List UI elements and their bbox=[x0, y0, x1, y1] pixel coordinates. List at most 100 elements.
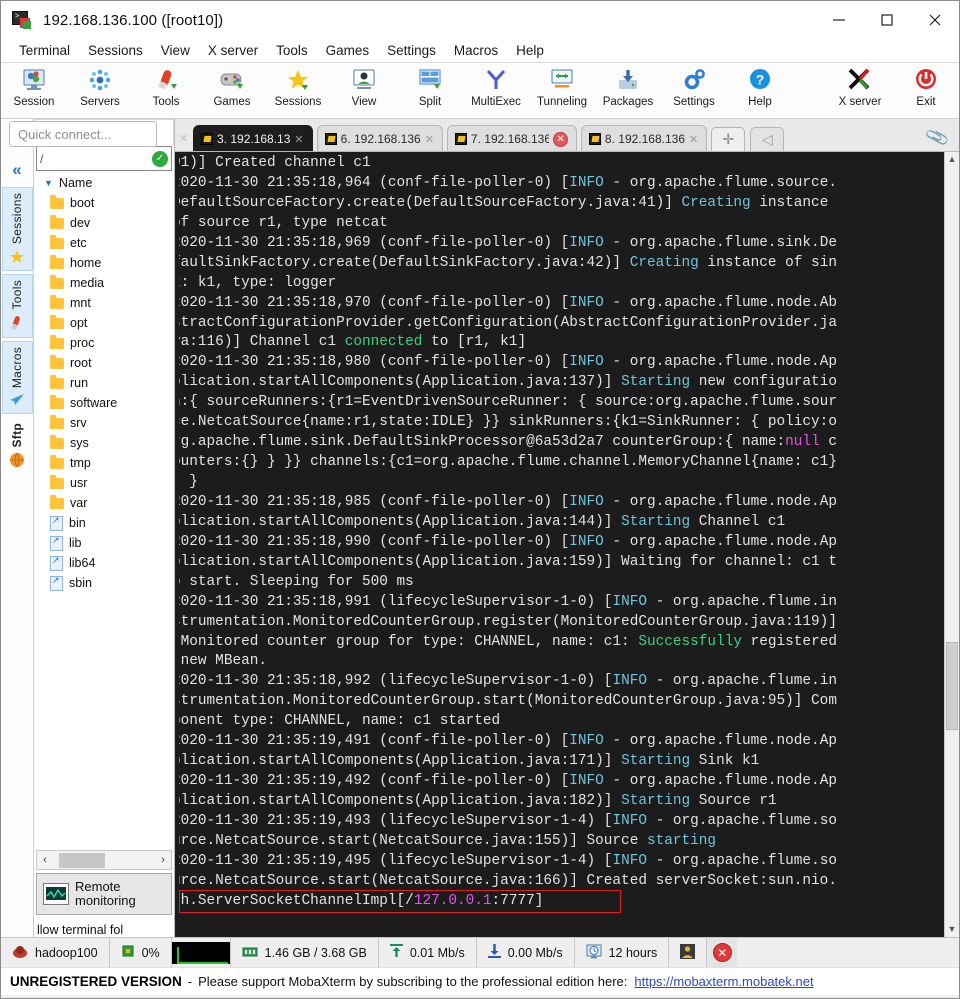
rail-macros[interactable]: Macros bbox=[1, 340, 33, 414]
footer-link[interactable]: https://mobaxterm.mobatek.net bbox=[634, 974, 813, 989]
paperclip-icon[interactable]: 📎 bbox=[924, 125, 951, 151]
menu-games[interactable]: Games bbox=[317, 39, 379, 63]
tab-6[interactable]: 6. 192.168.136 ✕ bbox=[316, 125, 443, 152]
toolbar-help[interactable]: ? Help bbox=[727, 63, 793, 108]
remote-monitoring-button[interactable]: Remote monitoring bbox=[36, 873, 172, 915]
toolbar-sessions[interactable]: Sessions bbox=[265, 63, 331, 108]
scroll-up-icon[interactable]: ▲ bbox=[945, 152, 959, 167]
minimize-button[interactable] bbox=[815, 1, 863, 39]
folder-icon bbox=[50, 194, 64, 209]
toolbar-exit[interactable]: Exit bbox=[893, 63, 959, 108]
rail-sessions[interactable]: Sessions bbox=[1, 187, 33, 272]
folder-icon bbox=[50, 354, 64, 369]
menu-macros[interactable]: Macros bbox=[445, 39, 507, 63]
annotation-rectangle bbox=[179, 890, 621, 914]
tree-item[interactable]: proc bbox=[50, 333, 174, 353]
tree-item[interactable]: lib64 bbox=[50, 553, 174, 573]
sftp-horizontal-scrollbar[interactable]: ‹ › bbox=[36, 850, 172, 870]
tree-item-label: dev bbox=[70, 216, 91, 230]
toolbar-session[interactable]: Session bbox=[1, 63, 67, 108]
tab-6-close-icon[interactable]: ✕ bbox=[425, 133, 434, 146]
tree-item[interactable]: opt bbox=[50, 313, 174, 333]
status-uptime-label: 12 hours bbox=[608, 945, 658, 960]
folder-icon bbox=[50, 254, 64, 269]
tree-item[interactable]: dev bbox=[50, 213, 174, 233]
toolbar-tunneling[interactable]: Tunneling bbox=[529, 63, 595, 108]
menu-settings[interactable]: Settings bbox=[378, 39, 445, 63]
maximize-button[interactable] bbox=[863, 1, 911, 39]
tree-item[interactable]: srv bbox=[50, 413, 174, 433]
tree-item[interactable]: root bbox=[50, 353, 174, 373]
terminal-line: plication.startAllComponents(Application… bbox=[175, 374, 837, 391]
sftp-file-tree[interactable]: boot dev etc home media mnt opt proc roo… bbox=[34, 193, 174, 850]
quick-connect-input[interactable]: Quick connect... bbox=[9, 121, 157, 147]
previous-tab-button[interactable]: ◁ bbox=[750, 127, 785, 152]
tree-item[interactable]: var bbox=[50, 493, 174, 513]
rail-tools[interactable]: Tools bbox=[1, 274, 33, 338]
tab-7-close-icon[interactable]: ✕ bbox=[553, 131, 568, 147]
toolbar-view[interactable]: View bbox=[331, 63, 397, 108]
tree-item[interactable]: bin bbox=[50, 513, 174, 533]
tab-7[interactable]: 7. 192.168.136 ✕ bbox=[446, 125, 577, 152]
tab-8[interactable]: 8. 192.168.136 ✕ bbox=[580, 125, 708, 152]
scroll-right-icon[interactable]: › bbox=[155, 854, 171, 866]
tree-item[interactable]: software bbox=[50, 393, 174, 413]
toolbar-servers[interactable]: Servers bbox=[67, 63, 133, 108]
tree-item[interactable]: sbin bbox=[50, 573, 174, 593]
sidebar-collapse-icon[interactable]: « bbox=[12, 153, 21, 187]
toolbar-settings[interactable]: Settings bbox=[661, 63, 727, 108]
terminal-scrollbar[interactable]: ▲ ▼ bbox=[944, 152, 959, 937]
tab-overflow-left-icon[interactable]: ✕ bbox=[179, 132, 193, 152]
tree-item[interactable]: run bbox=[50, 373, 174, 393]
scroll-left-icon[interactable]: ‹ bbox=[37, 854, 53, 866]
scroll-down-icon[interactable]: ▼ bbox=[945, 922, 959, 937]
tree-item[interactable]: mnt bbox=[50, 293, 174, 313]
scroll-thumb[interactable] bbox=[946, 642, 958, 730]
split-panes-icon bbox=[397, 67, 463, 93]
status-user[interactable] bbox=[669, 938, 708, 967]
tab-3[interactable]: 3. 192.168.13 ✕ bbox=[193, 125, 313, 152]
close-session-button[interactable]: ✕ bbox=[707, 938, 738, 967]
menu-terminal[interactable]: Terminal bbox=[10, 39, 79, 63]
tree-item-label: opt bbox=[70, 316, 88, 330]
menu-sessions[interactable]: Sessions bbox=[79, 39, 152, 63]
tree-item[interactable]: sys bbox=[50, 433, 174, 453]
terminal-line: n:{ sourceRunners:{r1=EventDrivenSourceR… bbox=[175, 394, 837, 411]
toolbar-multiexec[interactable]: MultiExec bbox=[463, 63, 529, 108]
user-icon bbox=[680, 943, 696, 962]
sftp-path-input[interactable]: / ✓ bbox=[36, 146, 172, 171]
sessions-star-icon bbox=[265, 67, 331, 93]
menu-x-server[interactable]: X server bbox=[199, 39, 267, 63]
toolbar-split[interactable]: Split bbox=[397, 63, 463, 108]
tab-8-close-icon[interactable]: ✕ bbox=[689, 133, 698, 146]
tree-item[interactable]: media bbox=[50, 273, 174, 293]
tree-item[interactable]: home bbox=[50, 253, 174, 273]
toolbar-x-server[interactable]: X server bbox=[827, 63, 893, 108]
toolbar-tools[interactable]: Tools bbox=[133, 63, 199, 108]
tree-item[interactable]: lib bbox=[50, 533, 174, 553]
terminal-output[interactable]: 01)] Created channel c1 2020-11-30 21:35:… bbox=[175, 152, 959, 937]
tree-item[interactable]: usr bbox=[50, 473, 174, 493]
toolbar-games[interactable]: Games bbox=[199, 63, 265, 108]
tree-item[interactable]: boot bbox=[50, 193, 174, 213]
toolbar-packages[interactable]: Packages bbox=[595, 63, 661, 108]
close-button[interactable] bbox=[911, 1, 959, 39]
terminal-line: ponent type: CHANNEL, name: c1 started bbox=[175, 713, 501, 730]
terminal-line: plication.startAllComponents(Application… bbox=[175, 553, 837, 570]
tree-item[interactable]: tmp bbox=[50, 453, 174, 473]
menu-help[interactable]: Help bbox=[507, 39, 553, 63]
footer-bar: UNREGISTERED VERSION - Please support Mo… bbox=[1, 967, 959, 995]
terminal-line: 2020-11-30 21:35:18,985 (conf-file-polle… bbox=[175, 493, 837, 510]
rail-sftp[interactable]: Sftp bbox=[1, 416, 33, 476]
menu-view[interactable]: View bbox=[152, 39, 199, 63]
terminal-line: of source r1, type netcat bbox=[175, 214, 388, 231]
tab-3-close-icon[interactable]: ✕ bbox=[294, 133, 303, 146]
toolbar-packages-label: Packages bbox=[602, 96, 654, 108]
scroll-thumb[interactable] bbox=[59, 852, 105, 868]
menu-tools[interactable]: Tools bbox=[267, 39, 317, 63]
tree-item-label: etc bbox=[70, 236, 87, 250]
svg-text:?: ? bbox=[756, 72, 765, 88]
new-tab-button[interactable]: ✛ bbox=[711, 127, 746, 152]
sftp-tree-header[interactable]: ▼ Name bbox=[34, 171, 174, 193]
tree-item[interactable]: etc bbox=[50, 233, 174, 253]
